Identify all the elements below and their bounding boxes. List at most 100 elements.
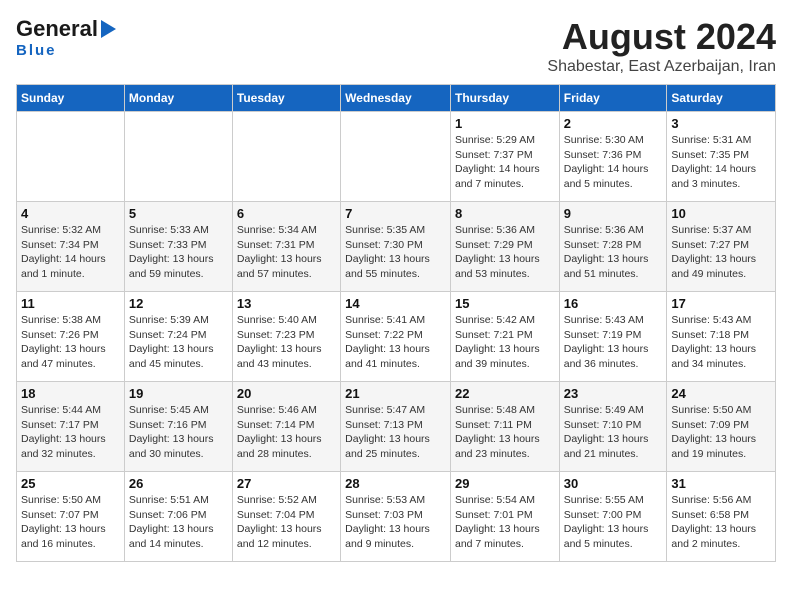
- calendar-cell: 1 Sunrise: 5:29 AMSunset: 7:37 PMDaylight…: [450, 112, 559, 202]
- day-info: Sunrise: 5:43 AMSunset: 7:19 PMDaylight:…: [564, 313, 663, 372]
- calendar-week-4: 18 Sunrise: 5:44 AMSunset: 7:17 PMDayligh…: [17, 382, 776, 472]
- logo-general: General: [16, 16, 98, 42]
- calendar-subtitle: Shabestar, East Azerbaijan, Iran: [547, 58, 776, 76]
- calendar-week-3: 11 Sunrise: 5:38 AMSunset: 7:26 PMDayligh…: [17, 292, 776, 382]
- calendar-cell: 20 Sunrise: 5:46 AMSunset: 7:14 PMDayligh…: [232, 382, 340, 472]
- day-info: Sunrise: 5:49 AMSunset: 7:10 PMDaylight:…: [564, 403, 663, 462]
- title-area: August 2024 Shabestar, East Azerbaijan, …: [547, 16, 776, 76]
- day-number: 6: [237, 206, 336, 221]
- day-info: Sunrise: 5:39 AMSunset: 7:24 PMDaylight:…: [129, 313, 228, 372]
- calendar-cell: 30 Sunrise: 5:55 AMSunset: 7:00 PMDayligh…: [559, 472, 667, 562]
- header-saturday: Saturday: [667, 85, 776, 112]
- day-number: 18: [21, 386, 120, 401]
- header-thursday: Thursday: [450, 85, 559, 112]
- calendar-cell: [232, 112, 340, 202]
- day-info: Sunrise: 5:31 AMSunset: 7:35 PMDaylight:…: [671, 133, 771, 192]
- day-number: 15: [455, 296, 555, 311]
- day-number: 25: [21, 476, 120, 491]
- day-number: 11: [21, 296, 120, 311]
- calendar-cell: [124, 112, 232, 202]
- day-number: 2: [564, 116, 663, 131]
- day-number: 10: [671, 206, 771, 221]
- calendar-cell: 14Sunrise: 5:41 AMSunset: 7:22 PMDayligh…: [341, 292, 451, 382]
- logo-blue: Blue: [16, 42, 57, 59]
- day-info: Sunrise: 5:46 AMSunset: 7:14 PMDaylight:…: [237, 403, 336, 462]
- day-info: Sunrise: 5:45 AMSunset: 7:16 PMDaylight:…: [129, 403, 228, 462]
- calendar-cell: 2 Sunrise: 5:30 AMSunset: 7:36 PMDaylight…: [559, 112, 667, 202]
- header-wednesday: Wednesday: [341, 85, 451, 112]
- day-number: 21: [345, 386, 446, 401]
- day-info: Sunrise: 5:40 AMSunset: 7:23 PMDaylight:…: [237, 313, 336, 372]
- day-number: 30: [564, 476, 663, 491]
- calendar-table: Sunday Monday Tuesday Wednesday Thursday…: [16, 84, 776, 562]
- calendar-cell: 17 Sunrise: 5:43 AMSunset: 7:18 PMDayligh…: [667, 292, 776, 382]
- calendar-cell: 25Sunrise: 5:50 AMSunset: 7:07 PMDayligh…: [17, 472, 125, 562]
- calendar-title: August 2024: [547, 16, 776, 58]
- calendar-cell: 28Sunrise: 5:53 AMSunset: 7:03 PMDayligh…: [341, 472, 451, 562]
- calendar-cell: 31Sunrise: 5:56 AMSunset: 6:58 PMDayligh…: [667, 472, 776, 562]
- calendar-cell: 26Sunrise: 5:51 AMSunset: 7:06 PMDayligh…: [124, 472, 232, 562]
- calendar-cell: [17, 112, 125, 202]
- calendar-cell: 16Sunrise: 5:43 AMSunset: 7:19 PMDayligh…: [559, 292, 667, 382]
- day-info: Sunrise: 5:50 AMSunset: 7:09 PMDaylight:…: [671, 403, 771, 462]
- day-number: 29: [455, 476, 555, 491]
- day-info: Sunrise: 5:42 AMSunset: 7:21 PMDaylight:…: [455, 313, 555, 372]
- header-tuesday: Tuesday: [232, 85, 340, 112]
- page-header: General Blue August 2024 Shabestar, East…: [16, 16, 776, 76]
- day-number: 8: [455, 206, 555, 221]
- calendar-cell: 3 Sunrise: 5:31 AMSunset: 7:35 PMDaylight…: [667, 112, 776, 202]
- day-info: Sunrise: 5:43 AMSunset: 7:18 PMDaylight:…: [671, 313, 771, 372]
- header-monday: Monday: [124, 85, 232, 112]
- calendar-cell: 12 Sunrise: 5:39 AMSunset: 7:24 PMDayligh…: [124, 292, 232, 382]
- day-info: Sunrise: 5:35 AMSunset: 7:30 PMDaylight:…: [345, 223, 446, 282]
- calendar-cell: 9 Sunrise: 5:36 AMSunset: 7:28 PMDaylight…: [559, 202, 667, 292]
- day-number: 3: [671, 116, 771, 131]
- day-number: 27: [237, 476, 336, 491]
- header-friday: Friday: [559, 85, 667, 112]
- day-info: Sunrise: 5:56 AMSunset: 6:58 PMDaylight:…: [671, 493, 771, 552]
- day-number: 7: [345, 206, 446, 221]
- day-number: 23: [564, 386, 663, 401]
- calendar-week-2: 4Sunrise: 5:32 AMSunset: 7:34 PMDaylight…: [17, 202, 776, 292]
- day-info: Sunrise: 5:44 AMSunset: 7:17 PMDaylight:…: [21, 403, 120, 462]
- day-info: Sunrise: 5:38 AMSunset: 7:26 PMDaylight:…: [21, 313, 120, 372]
- calendar-week-5: 25Sunrise: 5:50 AMSunset: 7:07 PMDayligh…: [17, 472, 776, 562]
- day-number: 26: [129, 476, 228, 491]
- calendar-cell: 13 Sunrise: 5:40 AMSunset: 7:23 PMDayligh…: [232, 292, 340, 382]
- calendar-cell: 23 Sunrise: 5:49 AMSunset: 7:10 PMDayligh…: [559, 382, 667, 472]
- calendar-week-1: 1 Sunrise: 5:29 AMSunset: 7:37 PMDaylight…: [17, 112, 776, 202]
- calendar-cell: 6 Sunrise: 5:34 AMSunset: 7:31 PMDaylight…: [232, 202, 340, 292]
- day-info: Sunrise: 5:53 AMSunset: 7:03 PMDaylight:…: [345, 493, 446, 552]
- day-info: Sunrise: 5:34 AMSunset: 7:31 PMDaylight:…: [237, 223, 336, 282]
- calendar-cell: 18 Sunrise: 5:44 AMSunset: 7:17 PMDayligh…: [17, 382, 125, 472]
- day-info: Sunrise: 5:32 AMSunset: 7:34 PMDaylight:…: [21, 223, 120, 282]
- calendar-cell: 4Sunrise: 5:32 AMSunset: 7:34 PMDaylight…: [17, 202, 125, 292]
- day-info: Sunrise: 5:55 AMSunset: 7:00 PMDaylight:…: [564, 493, 663, 552]
- day-info: Sunrise: 5:47 AMSunset: 7:13 PMDaylight:…: [345, 403, 446, 462]
- day-info: Sunrise: 5:29 AMSunset: 7:37 PMDaylight:…: [455, 133, 555, 192]
- day-number: 5: [129, 206, 228, 221]
- day-number: 1: [455, 116, 555, 131]
- calendar-cell: 5 Sunrise: 5:33 AMSunset: 7:33 PMDaylight…: [124, 202, 232, 292]
- calendar-cell: 8Sunrise: 5:36 AMSunset: 7:29 PMDaylight…: [450, 202, 559, 292]
- calendar-cell: 29Sunrise: 5:54 AMSunset: 7:01 PMDayligh…: [450, 472, 559, 562]
- day-number: 24: [671, 386, 771, 401]
- calendar-cell: 27Sunrise: 5:52 AMSunset: 7:04 PMDayligh…: [232, 472, 340, 562]
- calendar-cell: 10Sunrise: 5:37 AMSunset: 7:27 PMDayligh…: [667, 202, 776, 292]
- calendar-cell: 15 Sunrise: 5:42 AMSunset: 7:21 PMDayligh…: [450, 292, 559, 382]
- calendar-cell: 11 Sunrise: 5:38 AMSunset: 7:26 PMDayligh…: [17, 292, 125, 382]
- calendar-cell: 19 Sunrise: 5:45 AMSunset: 7:16 PMDayligh…: [124, 382, 232, 472]
- day-number: 22: [455, 386, 555, 401]
- logo-arrow-icon: [101, 20, 116, 38]
- day-number: 13: [237, 296, 336, 311]
- day-number: 9: [564, 206, 663, 221]
- day-info: Sunrise: 5:33 AMSunset: 7:33 PMDaylight:…: [129, 223, 228, 282]
- day-number: 17: [671, 296, 771, 311]
- calendar-cell: 21 Sunrise: 5:47 AMSunset: 7:13 PMDayligh…: [341, 382, 451, 472]
- day-info: Sunrise: 5:36 AMSunset: 7:28 PMDaylight:…: [564, 223, 663, 282]
- day-info: Sunrise: 5:30 AMSunset: 7:36 PMDaylight:…: [564, 133, 663, 192]
- day-number: 19: [129, 386, 228, 401]
- day-number: 20: [237, 386, 336, 401]
- day-number: 12: [129, 296, 228, 311]
- calendar-cell: 7 Sunrise: 5:35 AMSunset: 7:30 PMDaylight…: [341, 202, 451, 292]
